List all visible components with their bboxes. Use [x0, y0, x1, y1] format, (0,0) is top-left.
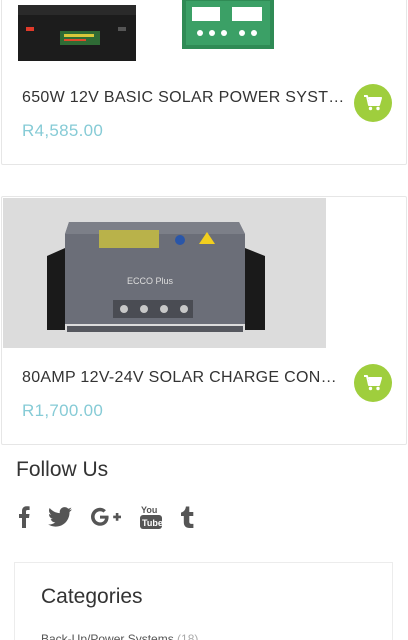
social-links: You Tube — [18, 502, 212, 532]
product-price: R1,700.00 — [22, 401, 104, 420]
category-label[interactable]: Back-Up/Power Systems — [41, 632, 174, 640]
twitter-icon[interactable] — [48, 502, 72, 532]
facebook-icon[interactable] — [18, 502, 30, 532]
tumblr-icon[interactable] — [180, 502, 194, 532]
youtube-icon[interactable]: You Tube — [140, 502, 162, 532]
google-plus-icon[interactable] — [90, 502, 122, 532]
category-link[interactable]: Back-Up/Power Systems (18) — [41, 632, 198, 640]
add-to-cart-button[interactable] — [354, 364, 392, 402]
product-title[interactable]: 80AMP 12V-24V SOLAR CHARGE CON… — [22, 369, 337, 387]
category-count: (18) — [177, 632, 199, 640]
product-image[interactable] — [2, 0, 408, 61]
svg-text:Tube: Tube — [142, 518, 162, 528]
product-title[interactable]: 650W 12V BASIC SOLAR POWER SYST… — [22, 89, 345, 107]
product-card[interactable]: 650W 12V BASIC SOLAR POWER SYST… R4,585.… — [1, 0, 407, 165]
product-price: R4,585.00 — [22, 121, 104, 140]
svg-text:You: You — [141, 505, 157, 515]
add-to-cart-button[interactable] — [354, 84, 392, 122]
categories-widget: Categories Back-Up/Power Systems (18) — [14, 562, 393, 640]
shopping-cart-icon — [364, 375, 382, 391]
product-card[interactable]: ECCO Plus 80AMP 12V-24V SOLAR CHARGE CON… — [1, 196, 407, 445]
follow-us-heading: Follow Us — [16, 458, 109, 481]
product-image[interactable]: ECCO Plus — [3, 198, 326, 348]
categories-heading: Categories — [41, 585, 143, 608]
device-label: ECCO Plus — [127, 276, 174, 286]
shopping-cart-icon — [364, 95, 382, 111]
